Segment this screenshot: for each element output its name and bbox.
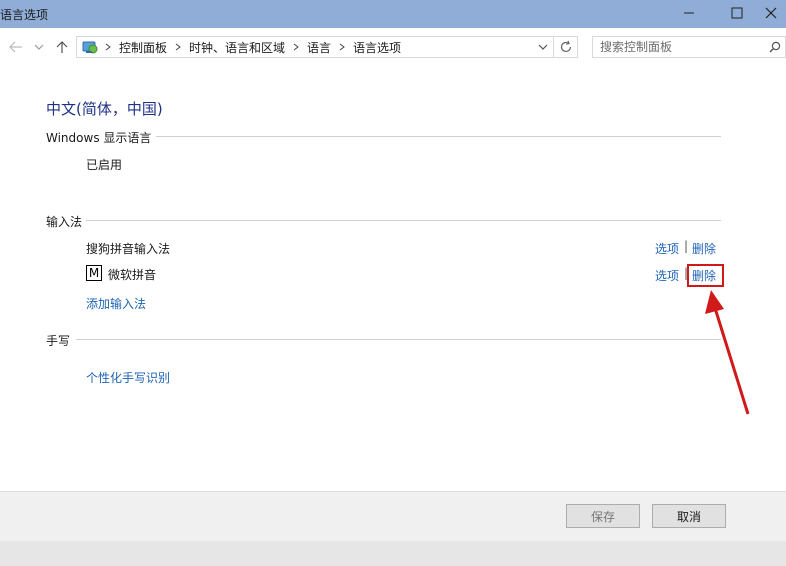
minimize-button[interactable]	[666, 0, 712, 26]
recent-locations-button[interactable]	[32, 38, 46, 56]
section-divider	[86, 220, 721, 221]
maximize-button[interactable]	[714, 0, 760, 26]
search-input[interactable]	[593, 37, 761, 57]
save-button[interactable]: 保存	[566, 504, 640, 528]
chevron-right-icon	[171, 43, 185, 51]
personalize-handwriting-link[interactable]: 个性化手写识别	[86, 369, 170, 386]
chevron-right-icon	[101, 43, 115, 51]
ime-name-sogou: 搜狗拼音输入法	[86, 242, 171, 256]
ime-sogou-options-link[interactable]: 选项	[655, 240, 679, 257]
up-button[interactable]	[54, 38, 70, 56]
breadcrumb-language[interactable]: 语言	[303, 39, 335, 56]
add-input-method-link[interactable]: 添加输入法	[86, 295, 146, 312]
ime-sogou-delete-link[interactable]: 删除	[692, 240, 716, 257]
search-icon[interactable]	[767, 39, 783, 55]
ime-m-icon: M	[86, 265, 102, 281]
input-methods-heading: 输入法	[46, 215, 83, 229]
up-arrow-icon	[56, 41, 68, 53]
maximize-icon	[731, 7, 743, 19]
back-arrow-icon	[9, 41, 22, 53]
control-panel-icon	[79, 37, 101, 57]
address-bar[interactable]: 控制面板 时钟、语言和区域 语言 语言选项	[76, 36, 578, 58]
title-bar: 语言选项	[0, 0, 786, 28]
ime-microsoft-pinyin-options-link[interactable]: 选项	[655, 267, 679, 284]
section-divider	[156, 136, 721, 137]
ime-name-microsoft-pinyin: 微软拼音	[108, 268, 157, 282]
cancel-button[interactable]: 取消	[652, 504, 726, 528]
handwriting-heading: 手写	[46, 334, 71, 348]
search-box[interactable]	[592, 36, 786, 58]
refresh-icon	[560, 40, 571, 53]
chevron-right-icon	[335, 43, 349, 51]
language-title: 中文(简体，中国)	[46, 100, 163, 118]
breadcrumb-clock-language-region[interactable]: 时钟、语言和区域	[185, 39, 289, 56]
display-language-status: 已启用	[86, 158, 123, 172]
chevron-right-icon	[289, 43, 303, 51]
breadcrumb-language-options[interactable]: 语言选项	[349, 39, 405, 56]
desktop-background	[0, 541, 786, 566]
minimize-icon	[684, 12, 694, 14]
dialog-footer: 保存 取消	[0, 491, 786, 541]
link-separator: |	[684, 239, 689, 253]
refresh-button[interactable]	[553, 37, 577, 57]
address-dropdown-button[interactable]	[533, 37, 553, 57]
chevron-down-icon	[538, 44, 548, 50]
red-arrow-annotation	[705, 290, 750, 415]
navigation-bar: 控制面板 时钟、语言和区域 语言 语言选项	[0, 30, 786, 64]
close-icon	[765, 7, 777, 19]
breadcrumb-control-panel[interactable]: 控制面板	[115, 39, 171, 56]
recent-dropdown-icon	[34, 44, 44, 50]
section-divider	[76, 339, 721, 340]
back-button[interactable]	[8, 38, 24, 56]
delete-highlight-box	[687, 264, 724, 287]
close-button[interactable]	[756, 0, 786, 26]
display-language-heading: Windows 显示语言	[46, 131, 152, 145]
window-title: 语言选项	[0, 8, 49, 22]
